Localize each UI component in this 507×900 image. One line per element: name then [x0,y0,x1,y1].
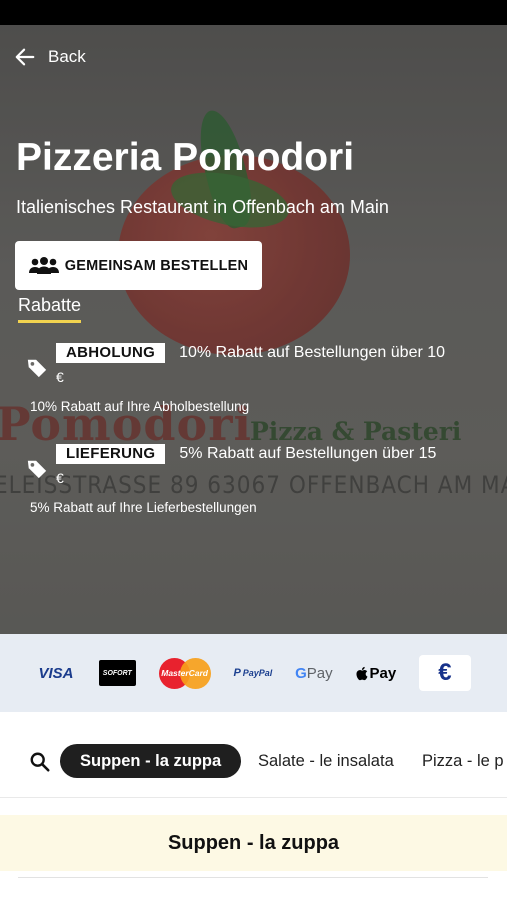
group-order-label: GEMEINSAM BESTELLEN [64,257,249,274]
section-title: Suppen - la zuppa [0,815,507,871]
category-tab[interactable]: Pizza - le p [422,752,504,771]
discount-headline: 5% Rabatt auf Bestellungen über 15 [179,445,437,462]
back-label: Back [48,47,86,66]
status-bar [0,0,507,25]
section-divider [18,877,488,878]
apple-icon [356,666,368,680]
tab-rabatte[interactable]: Rabatte [18,295,82,323]
tag-icon [27,460,47,479]
discount-currency: € [56,369,64,385]
category-tab[interactable]: Salate - le insalata [258,752,394,771]
restaurant-hero: Pomodori Pizza & Pasteri ELEISSTRASSE 89… [0,25,507,634]
apple-pay-logo: Pay [355,665,396,682]
google-pay-logo: G Pay [295,665,333,682]
paypal-logo: P PayPal [233,667,273,679]
group-users-icon [28,256,59,274]
search-icon[interactable] [29,751,51,773]
google-pay-label: Pay [306,664,333,682]
paypal-label: PayPal [242,668,273,678]
arrow-left-icon [15,48,35,66]
category-tab-active[interactable]: Suppen - la zuppa [60,744,242,778]
group-order-button[interactable]: GEMEINSAM BESTELLEN [15,241,262,290]
tag-icon [27,359,47,378]
discount-badge: LIEFERUNG [56,444,166,464]
visa-logo: VISA [38,664,74,682]
category-bar: Suppen - la zuppa Salate - le insalata P… [0,712,507,798]
sofort-logo: SOFORT [98,660,136,686]
hero-overlay [0,25,507,634]
discount-detail: 5% Rabatt auf Ihre Lieferbestellungen [30,500,257,515]
payment-methods-bar: VISA SOFORT MasterCard P PayPal G Pay Pay … [0,634,507,712]
discount-badge: ABHOLUNG [56,343,166,363]
cash-euro-logo: € [418,655,471,691]
mastercard-label: MasterCard [161,667,209,678]
restaurant-name: Pizzeria Pomodori [16,136,355,179]
back-button[interactable]: Back [14,46,86,68]
google-pay-g: G [295,664,307,682]
discount-currency: € [56,470,64,486]
discount-detail: 10% Rabatt auf Ihre Abholbestellung [30,399,250,414]
mastercard-logo: MasterCard [158,657,211,689]
restaurant-subtitle: Italienisches Restaurant in Offenbach am… [16,197,389,217]
discount-headline: 10% Rabatt auf Bestellungen über 10 [179,344,446,361]
apple-pay-label: Pay [369,664,397,682]
